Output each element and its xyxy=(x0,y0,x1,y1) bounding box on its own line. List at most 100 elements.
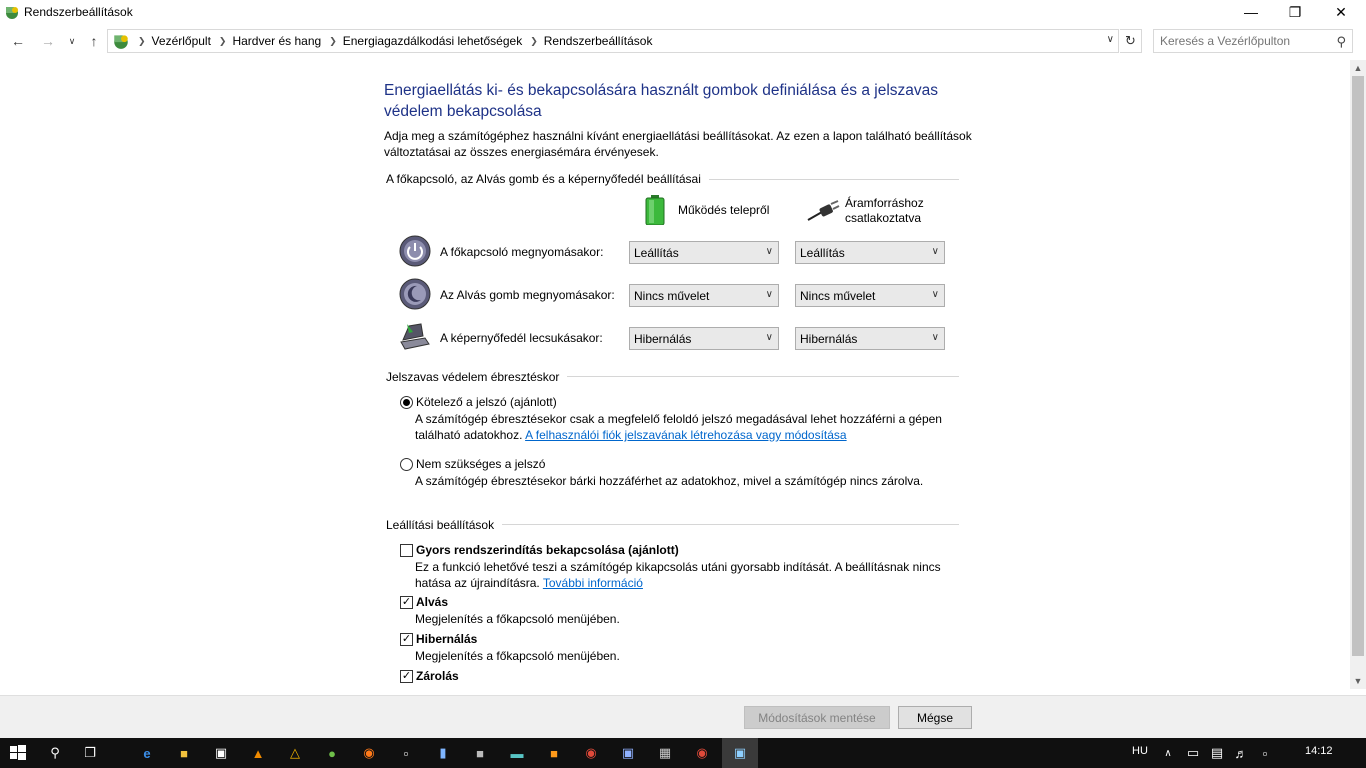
minimize-button[interactable]: — xyxy=(1228,0,1274,24)
up-arrow-icon[interactable]: ↑ xyxy=(84,31,104,51)
sleep-label[interactable]: Alvás xyxy=(416,595,448,609)
window-title: Rendszerbeállítások xyxy=(24,5,133,19)
control-panel-task-icon[interactable]: ▣ xyxy=(730,743,750,763)
store-icon[interactable]: ▣ xyxy=(211,743,231,763)
fast-startup-checkbox[interactable] xyxy=(400,544,413,557)
power-button-label: A főkapcsoló megnyomásakor: xyxy=(440,245,604,259)
battery-column-heading: Működés telepről xyxy=(678,203,770,217)
volume-icon[interactable]: ♬ xyxy=(1231,743,1251,763)
navigation-bar: ← → ∨ ↑ ❯ Vezérlőpult ❯ Hardver és hang … xyxy=(0,28,1366,54)
search-icon[interactable]: ⚲ xyxy=(45,743,65,763)
vertical-scrollbar[interactable]: ▲ ▼ xyxy=(1350,60,1366,689)
cancel-button[interactable]: Mégse xyxy=(898,706,972,729)
lid-close-plugged-value: Hibernálás xyxy=(800,331,858,346)
tray-chevron-up-icon[interactable]: ∧ xyxy=(1158,743,1178,763)
windows-start-icon[interactable] xyxy=(8,743,28,763)
firefox-icon[interactable]: ◉ xyxy=(359,743,379,763)
sleep-button-icon xyxy=(399,278,431,310)
fast-startup-label[interactable]: Gyors rendszerindítás bekapcsolása (aján… xyxy=(416,543,679,557)
change-password-link[interactable]: A felhasználói fiók jelszavának létrehoz… xyxy=(525,428,847,442)
power-button-battery-select[interactable]: Leállítás ∨ xyxy=(629,241,779,264)
sleep-button-plugged-value: Nincs művelet xyxy=(800,288,876,303)
hibernate-checkbox[interactable]: ✓ xyxy=(400,633,413,646)
breadcrumb-vezerlopult[interactable]: Vezérlőpult xyxy=(152,34,211,48)
sleep-button-plugged-select[interactable]: Nincs művelet ∨ xyxy=(795,284,945,307)
address-dropdown-chevron-icon[interactable]: ∨ xyxy=(1107,34,1114,45)
chevron-down-icon: ∨ xyxy=(765,246,773,257)
fast-startup-desc-text: Ez a funkció lehetővé teszi a számítógép… xyxy=(415,560,941,590)
app-orange-icon[interactable]: ■ xyxy=(544,743,564,763)
sleep-button-battery-select[interactable]: Nincs művelet ∨ xyxy=(629,284,779,307)
shutdown-section-heading: Leállítási beállítások xyxy=(386,518,503,532)
address-bar[interactable]: ❯ Vezérlőpult ❯ Hardver és hang ❯ Energi… xyxy=(107,29,1119,53)
recent-chevron-down-icon[interactable]: ∨ xyxy=(62,31,82,51)
more-info-link[interactable]: További információ xyxy=(543,576,643,590)
lid-close-battery-select[interactable]: Hibernálás ∨ xyxy=(629,327,779,350)
notepad-icon[interactable]: ▫ xyxy=(396,743,416,763)
app-blue-icon[interactable]: ▮ xyxy=(433,743,453,763)
search-icon[interactable]: ⚲ xyxy=(1336,34,1346,50)
edge-icon[interactable]: e xyxy=(137,743,157,763)
password-not-required-label[interactable]: Nem szükséges a jelszó xyxy=(416,457,545,471)
app-triangle-icon[interactable]: △ xyxy=(285,743,305,763)
forward-arrow-icon[interactable]: → xyxy=(38,31,58,51)
chevron-down-icon: ∨ xyxy=(765,332,773,343)
lid-close-plugged-select[interactable]: Hibernálás ∨ xyxy=(795,327,945,350)
password-not-required-description: A számítógép ébresztésekor bárki hozzáfé… xyxy=(415,474,924,488)
fast-startup-description: Ez a funkció lehetővé teszi a számítógép… xyxy=(415,559,955,591)
breadcrumb-rendszer[interactable]: Rendszerbeállítások xyxy=(544,34,653,48)
file-explorer-icon[interactable]: ■ xyxy=(174,743,194,763)
search-box[interactable]: ⚲ xyxy=(1153,29,1353,53)
password-required-radio[interactable] xyxy=(400,396,413,409)
power-plug-icon xyxy=(807,200,840,221)
intro-text: Adja meg a számítógéphez használni kíván… xyxy=(384,129,972,159)
restore-button[interactable]: ❐ xyxy=(1272,0,1318,24)
power-button-battery-value: Leállítás xyxy=(634,245,679,260)
search-input[interactable] xyxy=(1160,34,1330,48)
network-icon[interactable]: ▤ xyxy=(1207,743,1227,763)
scroll-up-arrow-icon[interactable]: ▲ xyxy=(1350,60,1366,76)
buttons-section-heading: A főkapcsoló, az Alvás gomb és a képerny… xyxy=(386,172,709,186)
app-gray-icon[interactable]: ■ xyxy=(470,743,490,763)
chevron-right-icon: ❯ xyxy=(329,35,337,46)
power-button-plugged-select[interactable]: Leállítás ∨ xyxy=(795,241,945,264)
password-required-description: A számítógép ébresztésekor csak a megfel… xyxy=(415,411,955,443)
taskbar: ⚲ ❐ e ■ ▣ ▲ △ ● ◉ ▫ ▮ ■ ▬ ■ ◉ ▣ ▦ ◉ ▣ HU… xyxy=(0,738,1366,768)
content-area: Energiaellátás ki- és bekapcsolására has… xyxy=(0,60,1350,694)
scroll-thumb[interactable] xyxy=(1352,76,1364,656)
sleep-description: Megjelenítés a főkapcsoló menüjében. xyxy=(415,612,620,626)
chevron-down-icon: ∨ xyxy=(931,332,939,343)
utorrent-icon[interactable]: ● xyxy=(322,743,342,763)
breadcrumb-hardver[interactable]: Hardver és hang xyxy=(232,34,321,48)
app-network-icon[interactable]: ▣ xyxy=(618,743,638,763)
hibernate-label[interactable]: Hibernálás xyxy=(416,632,477,646)
task-view-icon[interactable]: ❐ xyxy=(80,743,100,763)
page-title: Energiaellátás ki- és bekapcsolására has… xyxy=(384,82,939,120)
password-section-heading: Jelszavas védelem ébresztéskor xyxy=(386,370,568,384)
lock-checkbox[interactable]: ✓ xyxy=(400,670,413,683)
chrome-icon[interactable]: ◉ xyxy=(581,743,601,763)
vlc-icon[interactable]: ▲ xyxy=(248,743,268,763)
password-not-required-radio[interactable] xyxy=(400,458,413,471)
refresh-icon[interactable]: ↻ xyxy=(1120,29,1142,53)
lock-label[interactable]: Zárolás xyxy=(416,669,459,683)
app-teal-icon[interactable]: ▬ xyxy=(507,743,527,763)
breadcrumb-energia[interactable]: Energiagazdálkodási lehetőségek xyxy=(343,34,522,48)
chevron-down-icon: ∨ xyxy=(765,289,773,300)
sleep-button-battery-value: Nincs művelet xyxy=(634,288,710,303)
calendar-app-icon[interactable]: ▦ xyxy=(655,743,675,763)
language-indicator[interactable]: HU xyxy=(1132,745,1148,757)
clock[interactable]: 14:12 xyxy=(1305,745,1333,757)
plugged-column-heading: Áramforráshoz csatlakoztatva xyxy=(845,196,924,226)
save-changes-button[interactable]: Módosítások mentése xyxy=(744,706,890,729)
chevron-right-icon: ❯ xyxy=(218,35,227,46)
password-required-label[interactable]: Kötelező a jelszó (ajánlott) xyxy=(416,395,557,409)
sleep-checkbox[interactable]: ✓ xyxy=(400,596,413,609)
close-button[interactable]: ✕ xyxy=(1318,0,1364,24)
back-arrow-icon[interactable]: ← xyxy=(8,31,28,51)
action-center-icon[interactable]: ▫ xyxy=(1255,743,1275,763)
scroll-down-arrow-icon[interactable]: ▼ xyxy=(1350,673,1366,689)
app-red-icon[interactable]: ◉ xyxy=(692,743,712,763)
battery-tray-icon[interactable]: ▭ xyxy=(1183,743,1203,763)
title-bar: Rendszerbeállítások — ❐ ✕ xyxy=(0,0,1366,24)
